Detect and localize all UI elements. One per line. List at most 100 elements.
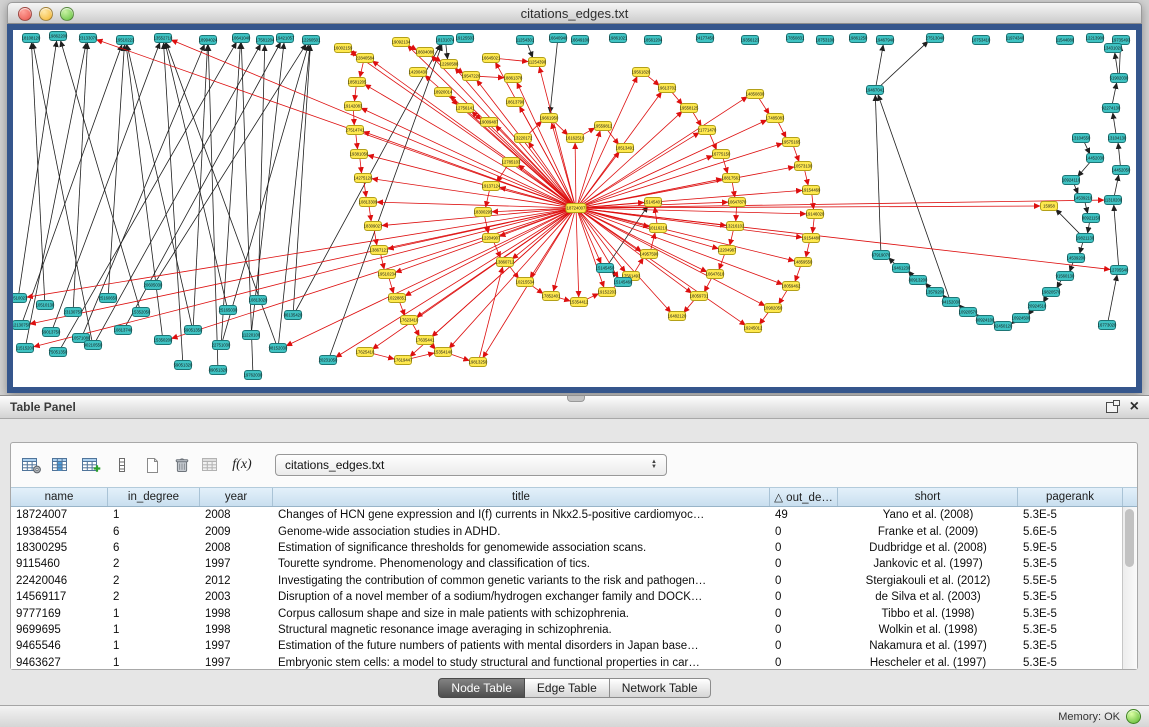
network-node[interactable]: 17619447 xyxy=(394,356,413,365)
network-node[interactable]: 10647870 xyxy=(728,198,747,207)
network-node[interactable]: 19561820 xyxy=(632,68,651,77)
network-node[interactable]: 18309027 xyxy=(364,222,383,231)
table-row[interactable]: 1456911722003Disruption of a novel membe… xyxy=(11,589,1122,605)
network-node[interactable]: 19575165 xyxy=(782,138,801,147)
network-node[interactable]: 10753410 xyxy=(972,36,991,45)
network-node[interactable]: 12130750 xyxy=(13,321,31,330)
network-node[interactable]: 20605030 xyxy=(144,281,163,290)
network-node[interactable]: 18513491 xyxy=(616,144,635,153)
network-node[interactable]: 19461230 xyxy=(892,264,911,273)
network-node[interactable]: 14275120 xyxy=(354,174,373,183)
network-node[interactable]: 17625410 xyxy=(356,348,375,357)
table-scrollbar[interactable] xyxy=(1122,507,1137,669)
network-node[interactable]: 80924100 xyxy=(976,316,995,325)
network-node[interactable]: 16162510 xyxy=(566,134,585,143)
network-node[interactable]: 15145401 xyxy=(644,198,663,207)
table-row[interactable]: 1872400712008Changes of HCN gene express… xyxy=(11,507,1122,523)
table-mode-icon[interactable] xyxy=(19,453,45,477)
network-node[interactable]: 10813020 xyxy=(249,296,268,305)
network-node[interactable]: 16002159 xyxy=(334,44,353,53)
network-node[interactable]: 18108120 xyxy=(22,34,41,43)
network-node[interactable]: 16775150 xyxy=(712,150,731,159)
network-node[interactable]: 19142083 xyxy=(344,102,363,111)
window-titlebar[interactable]: citations_edges.txt xyxy=(7,2,1142,24)
network-node[interactable]: 18817561 xyxy=(722,174,741,183)
table-row[interactable]: 946554611997Estimation of the future num… xyxy=(11,638,1122,654)
network-node[interactable]: 19092134 xyxy=(392,38,411,47)
network-node[interactable]: 19152203 xyxy=(598,288,617,297)
network-node[interactable]: 16645021 xyxy=(482,54,501,63)
network-node[interactable]: 13860712 xyxy=(496,258,515,267)
network-node[interactable]: 14452030 xyxy=(1086,154,1105,163)
network-node[interactable]: 51902030 xyxy=(1110,74,1129,83)
network-node[interactable]: 19861250 xyxy=(849,34,868,43)
network-node[interactable]: 19009487 xyxy=(480,118,499,127)
network-node[interactable]: 20924510 xyxy=(1028,302,1047,311)
network-node[interactable]: 18994024 xyxy=(199,36,218,45)
network-node[interactable]: 59051350 xyxy=(184,326,203,335)
network-node[interactable]: 13867121 xyxy=(370,246,389,255)
column-header-title[interactable]: title xyxy=(273,488,770,506)
network-node[interactable]: 15958 xyxy=(1041,202,1058,211)
network-node[interactable]: 11254390 xyxy=(528,58,547,67)
network-node[interactable]: 18920014 xyxy=(434,88,453,97)
network-node[interactable]: 12204907 xyxy=(482,234,501,243)
network-node[interactable]: 23133070 xyxy=(79,34,98,43)
panel-resize-handle[interactable] xyxy=(567,396,585,402)
network-node[interactable]: 92450120 xyxy=(994,322,1013,331)
network-node[interactable]: 19821130 xyxy=(1076,234,1095,243)
network-node[interactable]: 19154469 xyxy=(802,186,821,195)
new-column-icon[interactable] xyxy=(79,453,105,477)
zoom-button[interactable] xyxy=(60,7,74,21)
network-node[interactable]: 10982050 xyxy=(764,304,783,313)
network-node[interactable]: 12785103 xyxy=(502,158,521,167)
network-node[interactable]: 10924110 xyxy=(1062,176,1081,185)
column-header-year[interactable]: year xyxy=(200,488,273,506)
network-node[interactable]: 19245012 xyxy=(744,324,763,333)
network-node[interactable]: 25160650 xyxy=(99,294,118,303)
network-node[interactable]: 94152030 xyxy=(942,298,961,307)
column-header-pagerank[interactable]: pagerank xyxy=(1018,488,1123,506)
network-node[interactable]: 10641040 xyxy=(232,34,251,43)
new-table-icon[interactable] xyxy=(139,453,165,477)
network-node[interactable]: 12260588 xyxy=(440,60,459,69)
network-node[interactable]: 12260501 xyxy=(302,36,321,45)
network-node[interactable]: 67919070 xyxy=(872,251,891,260)
network-node[interactable]: 10116210 xyxy=(649,224,668,233)
network-node[interactable]: 86135420 xyxy=(284,311,303,320)
network-node[interactable]: 80921150 xyxy=(1082,214,1101,223)
network-node[interactable]: 15145460 xyxy=(614,278,633,287)
network-node[interactable]: 19510023 xyxy=(13,294,28,303)
network-node[interactable]: 18861378 xyxy=(504,74,523,83)
network-node[interactable]: 19862200 xyxy=(49,32,68,41)
network-node[interactable]: 10573130 xyxy=(794,162,813,171)
table-combobox[interactable]: citations_edges.txt ▲ ▼ xyxy=(275,454,667,476)
network-node[interactable]: 27514741 xyxy=(346,126,365,135)
network-node[interactable]: 18753100 xyxy=(816,36,835,45)
network-node[interactable]: 14539200 xyxy=(1067,254,1086,263)
network-node[interactable]: 21771470 xyxy=(698,126,717,135)
network-node[interactable]: 19356123 xyxy=(741,36,760,45)
network-node[interactable]: 22840584 xyxy=(356,54,375,63)
network-node[interactable]: 19813250 xyxy=(469,358,488,367)
network-node[interactable]: 16482120 xyxy=(668,312,687,321)
network-node[interactable]: 19762030 xyxy=(244,371,263,380)
network-node[interactable]: 11220100 xyxy=(242,331,261,340)
network-node[interactable]: 19421057 xyxy=(276,34,295,43)
network-node[interactable]: 17485083 xyxy=(766,114,785,123)
table-row[interactable]: 1938455462009Genome-wide association stu… xyxy=(11,523,1122,539)
network-node[interactable]: 10924500 xyxy=(1012,314,1031,323)
network-node[interactable]: 27513040 xyxy=(926,34,945,43)
network-node[interactable]: 19558125 xyxy=(680,104,699,113)
tab-edge-table[interactable]: Edge Table xyxy=(525,678,610,698)
network-node[interactable]: 16640940 xyxy=(549,34,568,43)
network-node[interactable]: 15354140 xyxy=(434,348,453,357)
column-header-out_de[interactable]: △ out_de… xyxy=(770,488,838,506)
network-node[interactable]: 15352050 xyxy=(132,308,151,317)
network-canvas[interactable]: 1872400722840584185812051914208327514741… xyxy=(13,30,1136,386)
network-node[interactable]: 17850831 xyxy=(786,34,805,43)
network-node[interactable]: 19137124 xyxy=(482,182,501,191)
network-node[interactable]: 13431020 xyxy=(1104,44,1123,53)
network-node[interactable]: 19510223 xyxy=(116,36,135,45)
network-node[interactable]: 13104130 xyxy=(1108,134,1127,143)
